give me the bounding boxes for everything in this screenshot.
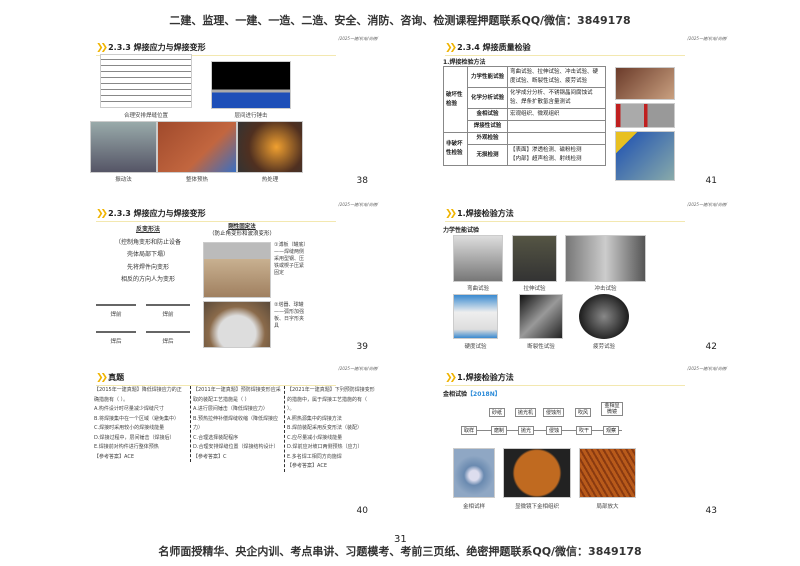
caption: 整体预热	[185, 177, 208, 183]
ndt-photo	[615, 131, 675, 181]
step-box: 观察	[603, 426, 620, 435]
plate-diagram	[96, 327, 136, 333]
tank-bottom-photo	[203, 242, 271, 298]
caption: 振动法	[115, 177, 132, 183]
slide-number: 43	[705, 506, 717, 516]
rigid-fix-heading: 刚性固定法 （防止角变形和波浪变形）	[208, 224, 275, 237]
slide-tag: /2025一建/机电/尚德/	[687, 366, 727, 371]
slide-tag: /2025一建/机电/尚德/	[338, 36, 378, 41]
step-box: 磨制	[491, 426, 508, 435]
slide-number: 39	[356, 342, 368, 352]
slide-42: /2025一建/机电/尚德/ ❯❯ 1.焊接检验方法 力学性能试验 弯曲试验 拉伸…	[437, 202, 727, 358]
weld-layout-diagram	[100, 54, 192, 108]
section-subtitle: 金相试验【2018N】	[443, 391, 501, 398]
caption: 硬度试验	[464, 344, 487, 350]
metallographic-sample-photo	[453, 448, 495, 498]
section-subtitle: 1.焊接检验方法	[443, 59, 486, 66]
caption: 热处理	[261, 177, 279, 183]
slide-tag: /2025一建/机电/尚德/	[338, 366, 378, 371]
chevron-icon: ❯❯	[445, 208, 457, 219]
chevron-icon: ❯❯	[96, 208, 108, 219]
page-header: 二建、监理、一建、一造、二造、安全、消防、咨询、检测课程押题联系QQ/微信：38…	[169, 14, 631, 27]
plate-diagram	[146, 298, 190, 306]
step-box: 侵蚀	[546, 426, 563, 435]
preheat-photo	[157, 121, 237, 173]
section-subtitle: 力学性能试验	[443, 227, 480, 234]
sample-photo	[615, 103, 675, 128]
question-2021: 【2021年一建真题】下列预防焊接变形的措施中，属于焊接工艺措施的有（ ）。 A.…	[284, 386, 376, 472]
page-footer: 名师面授精华、央企内训、考点串讲、习题模考、考前三页纸、绝密押题联系QQ/微信：…	[158, 545, 642, 558]
step-box: 取样	[461, 426, 478, 435]
caption: 疲劳试验	[592, 344, 615, 350]
hammering-image	[211, 61, 291, 109]
slide-39: /2025一建/机电/尚德/ ❯❯ 2.3.3 焊接应力与焊接变形 反变形法 （控…	[88, 202, 378, 358]
caption: 冲击试验	[594, 286, 617, 292]
tool-box: 金相显微镜	[601, 402, 623, 416]
inspection-table: 破坏性检验 力学性能试验 弯曲试验、拉伸试验、冲击试验、硬度试验、断裂性试验、疲劳试…	[443, 66, 606, 166]
caption: 焊后	[162, 339, 174, 345]
slide-38: /2025一建/机电/尚德/ ❯❯ 2.3.3 焊接应力与焊接变形 合理安排焊缝位…	[88, 36, 378, 192]
tensile-test-photo	[512, 235, 557, 282]
chevron-icon: ❯❯	[445, 372, 457, 383]
caption: 焊前	[162, 312, 174, 318]
fatigue-test-photo	[579, 294, 629, 339]
plate-diagram	[146, 327, 190, 333]
plate-diagram	[96, 300, 136, 306]
impact-test-photo	[565, 235, 646, 282]
slide-number: 41	[705, 176, 717, 186]
tool-box: 抛光机	[515, 408, 537, 417]
step-box: 吹干	[576, 426, 593, 435]
microscope-structure-photo	[503, 448, 571, 498]
slide-tag: /2025一建/机电/尚德/	[338, 202, 378, 207]
slide-title: ❯❯ 1.焊接检验方法	[445, 208, 685, 222]
inspection-photo	[615, 67, 675, 100]
vibration-photo	[90, 121, 157, 173]
step-box: 抛光	[518, 426, 535, 435]
caption: 焊后	[110, 339, 122, 345]
bend-test-photo	[453, 235, 503, 282]
caption: 弯曲试验	[466, 286, 489, 292]
tool-box: 吹风	[575, 408, 592, 417]
question-2015: 【2015年一建真题】降低焊接应力的正确措施有（ ）。 A.构件设计时尽量减少焊缝…	[94, 387, 182, 460]
note: ②塔器、球罐——弧形加强板、日字形夹具	[274, 302, 305, 329]
slide-tag: /2025一建/机电/尚德/	[687, 202, 727, 207]
hardness-test-photo	[453, 294, 498, 339]
slide-title: ❯❯ 真题	[96, 372, 336, 386]
slide-title: ❯❯ 1.焊接检验方法	[445, 372, 685, 386]
reverse-deformation-text: 反变形法 （控制角变形和防止设备 壳体局部下塌） 先将焊件向变形 相反的方向人为…	[114, 226, 181, 283]
caption: 拉伸试验	[523, 286, 546, 292]
caption: 层间进行锤击	[234, 113, 268, 119]
slide-title: ❯❯ 2.3.4 焊接质量检验	[445, 42, 685, 56]
caption: 合理安排焊缝位置	[123, 113, 168, 119]
caption: 断裂性试验	[527, 344, 555, 350]
local-magnified-photo	[579, 448, 636, 498]
tool-box: 砂纸	[489, 408, 506, 417]
spherical-tank-photo	[203, 301, 271, 348]
question-2011: 【2011年一建真题】预防焊接变形应采取的装配工艺措施是（ ） A.进行层间锤击（…	[190, 386, 282, 462]
slide-number: 40	[356, 506, 368, 516]
heat-treatment-photo	[237, 121, 303, 173]
slide-tag: /2025一建/机电/尚德/	[687, 36, 727, 41]
caption: 焊前	[110, 312, 122, 318]
caption: 显微镜下金相组织	[514, 504, 559, 510]
caption: 金相试样	[462, 504, 485, 510]
slide-40: /2025一建/机电/尚德/ ❯❯ 真题 【2015年一建真题】降低焊接应力的正确…	[88, 366, 378, 522]
caption: 局部放大	[596, 504, 619, 510]
slide-title: ❯❯ 2.3.3 焊接应力与焊接变形	[96, 208, 336, 222]
page-number: 31	[394, 534, 407, 545]
note: ①溥板（罐底）——焊缝两侧采用型钢、压铁或楔子压紧固定	[274, 242, 306, 276]
fracture-test-photo	[519, 294, 563, 339]
slide-43: /2025一建/机电/尚德/ ❯❯ 1.焊接检验方法 金相试验【2018N】 砂纸…	[437, 366, 727, 522]
tool-box: 侵蚀剂	[543, 408, 565, 417]
chevron-icon: ❯❯	[96, 372, 108, 383]
slide-number: 42	[705, 342, 717, 352]
slide-number: 38	[356, 176, 368, 186]
chevron-icon: ❯❯	[445, 42, 457, 53]
slide-41: /2025一建/机电/尚德/ ❯❯ 2.3.4 焊接质量检验 1.焊接检验方法 破…	[437, 36, 727, 192]
chevron-icon: ❯❯	[96, 42, 108, 53]
